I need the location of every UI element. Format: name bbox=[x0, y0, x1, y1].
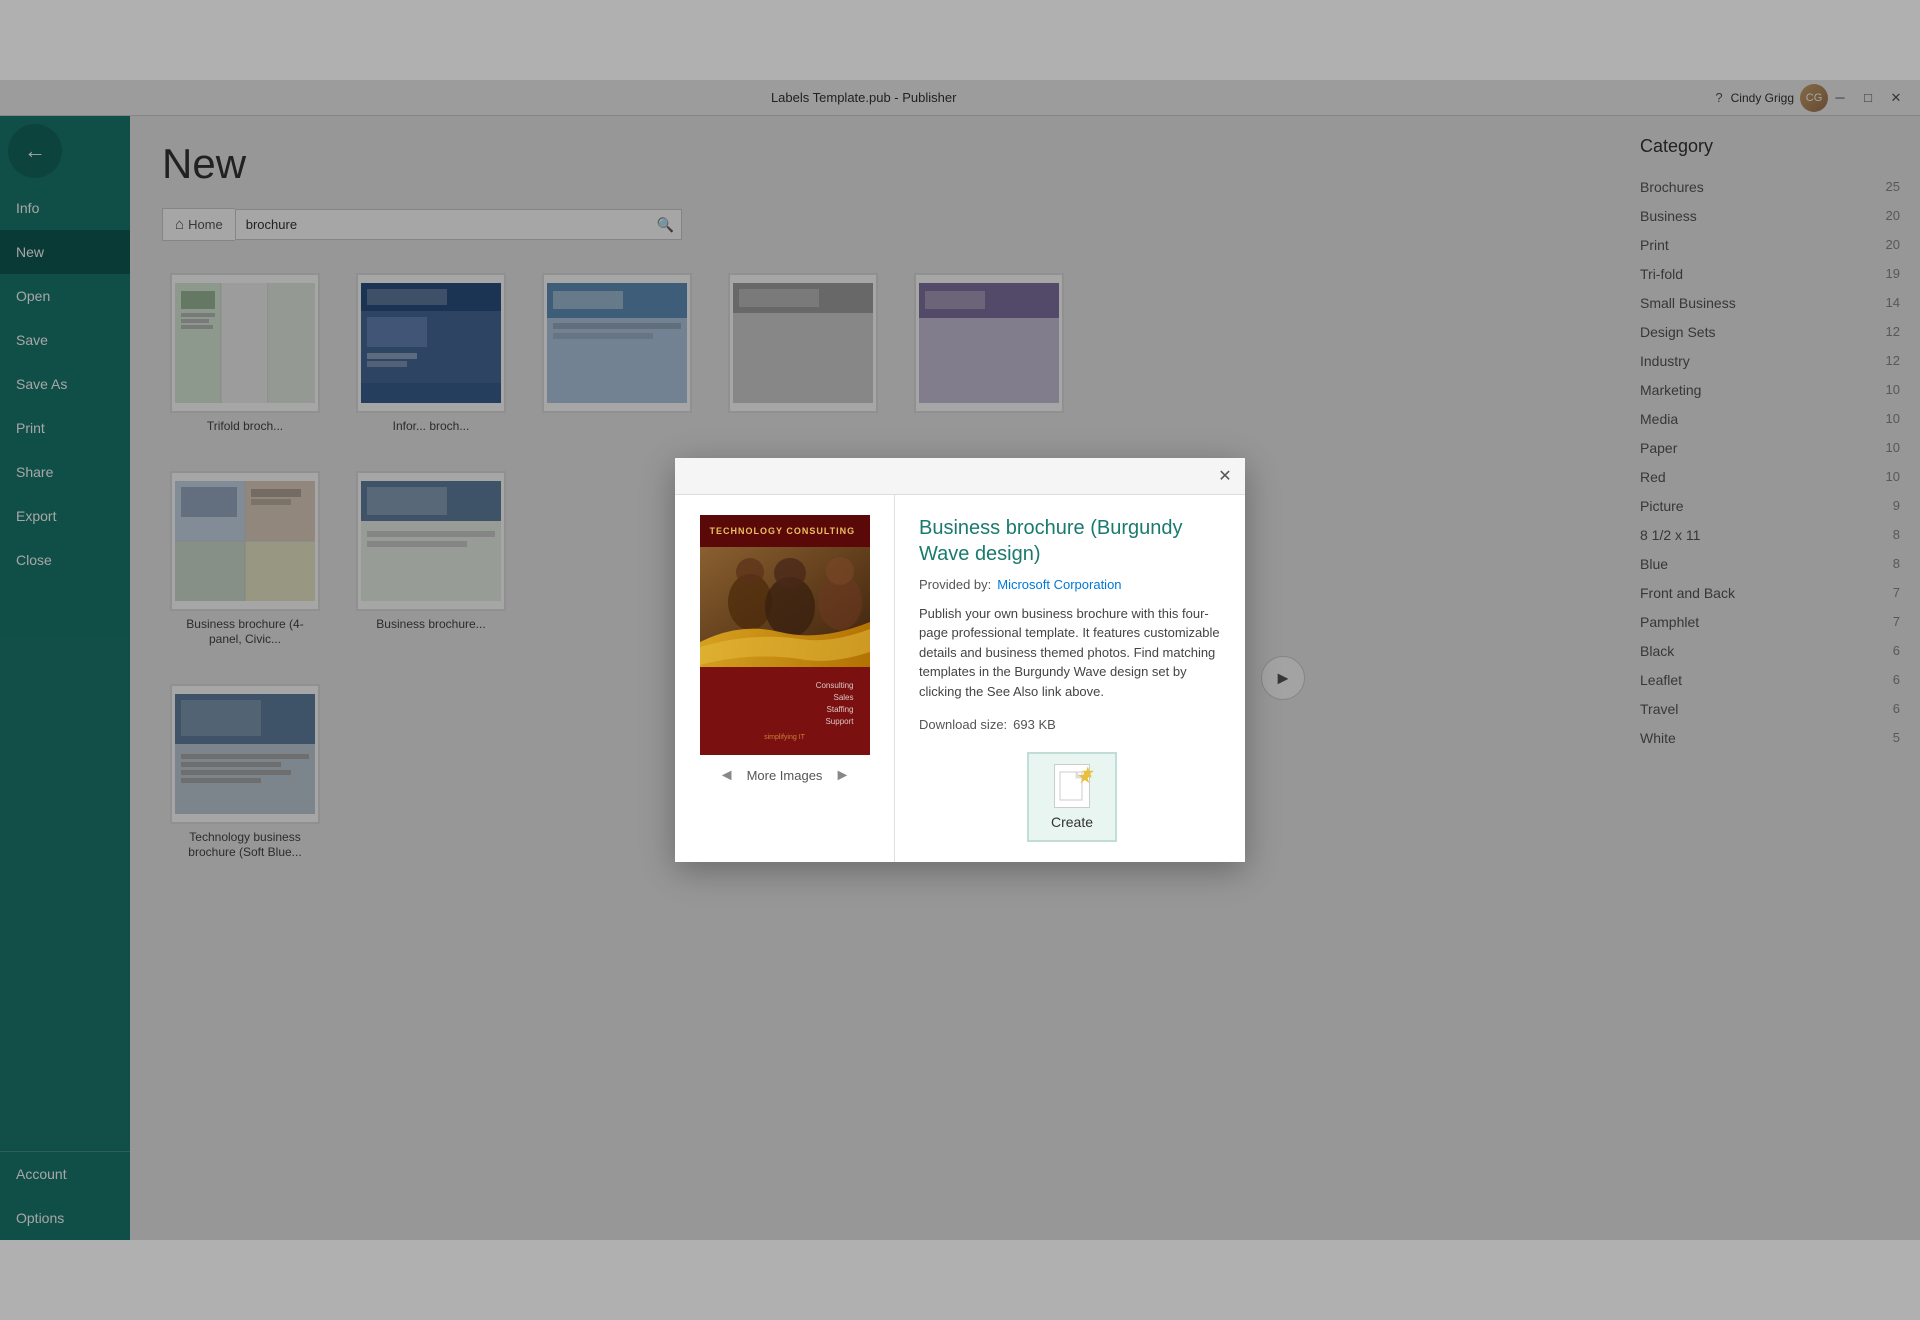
brochure-footer-text: simplifying IT bbox=[764, 734, 805, 741]
brochure-line-3: Staffing bbox=[827, 705, 854, 714]
modal-info-side: Business brochure (Burgundy Wave design)… bbox=[895, 495, 1245, 863]
download-label: Download size: bbox=[919, 717, 1007, 732]
next-image-button[interactable]: ► bbox=[834, 767, 850, 785]
brochure-photo bbox=[700, 547, 870, 667]
modal-product-title: Business brochure (Burgundy Wave design) bbox=[919, 515, 1225, 567]
modal-header: ✕ bbox=[675, 458, 1245, 495]
create-button-label: Create bbox=[1051, 814, 1093, 830]
prev-image-button[interactable]: ◄ bbox=[719, 767, 735, 785]
download-size: 693 KB bbox=[1013, 717, 1056, 732]
brochure-bottom: Consulting Sales Staffing Support simpli… bbox=[700, 667, 870, 755]
modal-image-nav: ◄ More Images ► bbox=[719, 767, 851, 785]
modal-dialog: ✕ TECHNOLOGY CONSULTING bbox=[675, 458, 1245, 863]
create-button-container: ★ Create bbox=[919, 752, 1225, 842]
brochure-line-2: Sales bbox=[833, 693, 853, 702]
brochure-header: TECHNOLOGY CONSULTING bbox=[700, 515, 870, 547]
modal-overlay: ✕ TECHNOLOGY CONSULTING bbox=[0, 80, 1920, 1240]
brochure-line-1: Consulting bbox=[816, 681, 854, 690]
modal-description: Publish your own business brochure with … bbox=[919, 604, 1225, 702]
provider-link[interactable]: Microsoft Corporation bbox=[997, 577, 1121, 592]
app-window: Labels Template.pub - Publisher ? Cindy … bbox=[0, 80, 1920, 1240]
more-images-label: More Images bbox=[747, 768, 823, 783]
brochure-line-4: Support bbox=[825, 717, 853, 726]
modal-body: TECHNOLOGY CONSULTING bbox=[675, 495, 1245, 863]
brochure-photo-svg bbox=[700, 547, 870, 667]
create-document-icon: ★ bbox=[1054, 764, 1090, 808]
modal-download-info: Download size: 693 KB bbox=[919, 717, 1225, 732]
modal-close-button[interactable]: ✕ bbox=[1213, 464, 1237, 488]
provided-by-label: Provided by: bbox=[919, 577, 991, 592]
create-button[interactable]: ★ Create bbox=[1027, 752, 1117, 842]
modal-provider: Provided by: Microsoft Corporation bbox=[919, 577, 1225, 592]
modal-image-side: TECHNOLOGY CONSULTING bbox=[675, 495, 895, 863]
brochure-preview: TECHNOLOGY CONSULTING bbox=[700, 515, 870, 755]
brochure-title-text: TECHNOLOGY CONSULTING bbox=[710, 526, 856, 536]
